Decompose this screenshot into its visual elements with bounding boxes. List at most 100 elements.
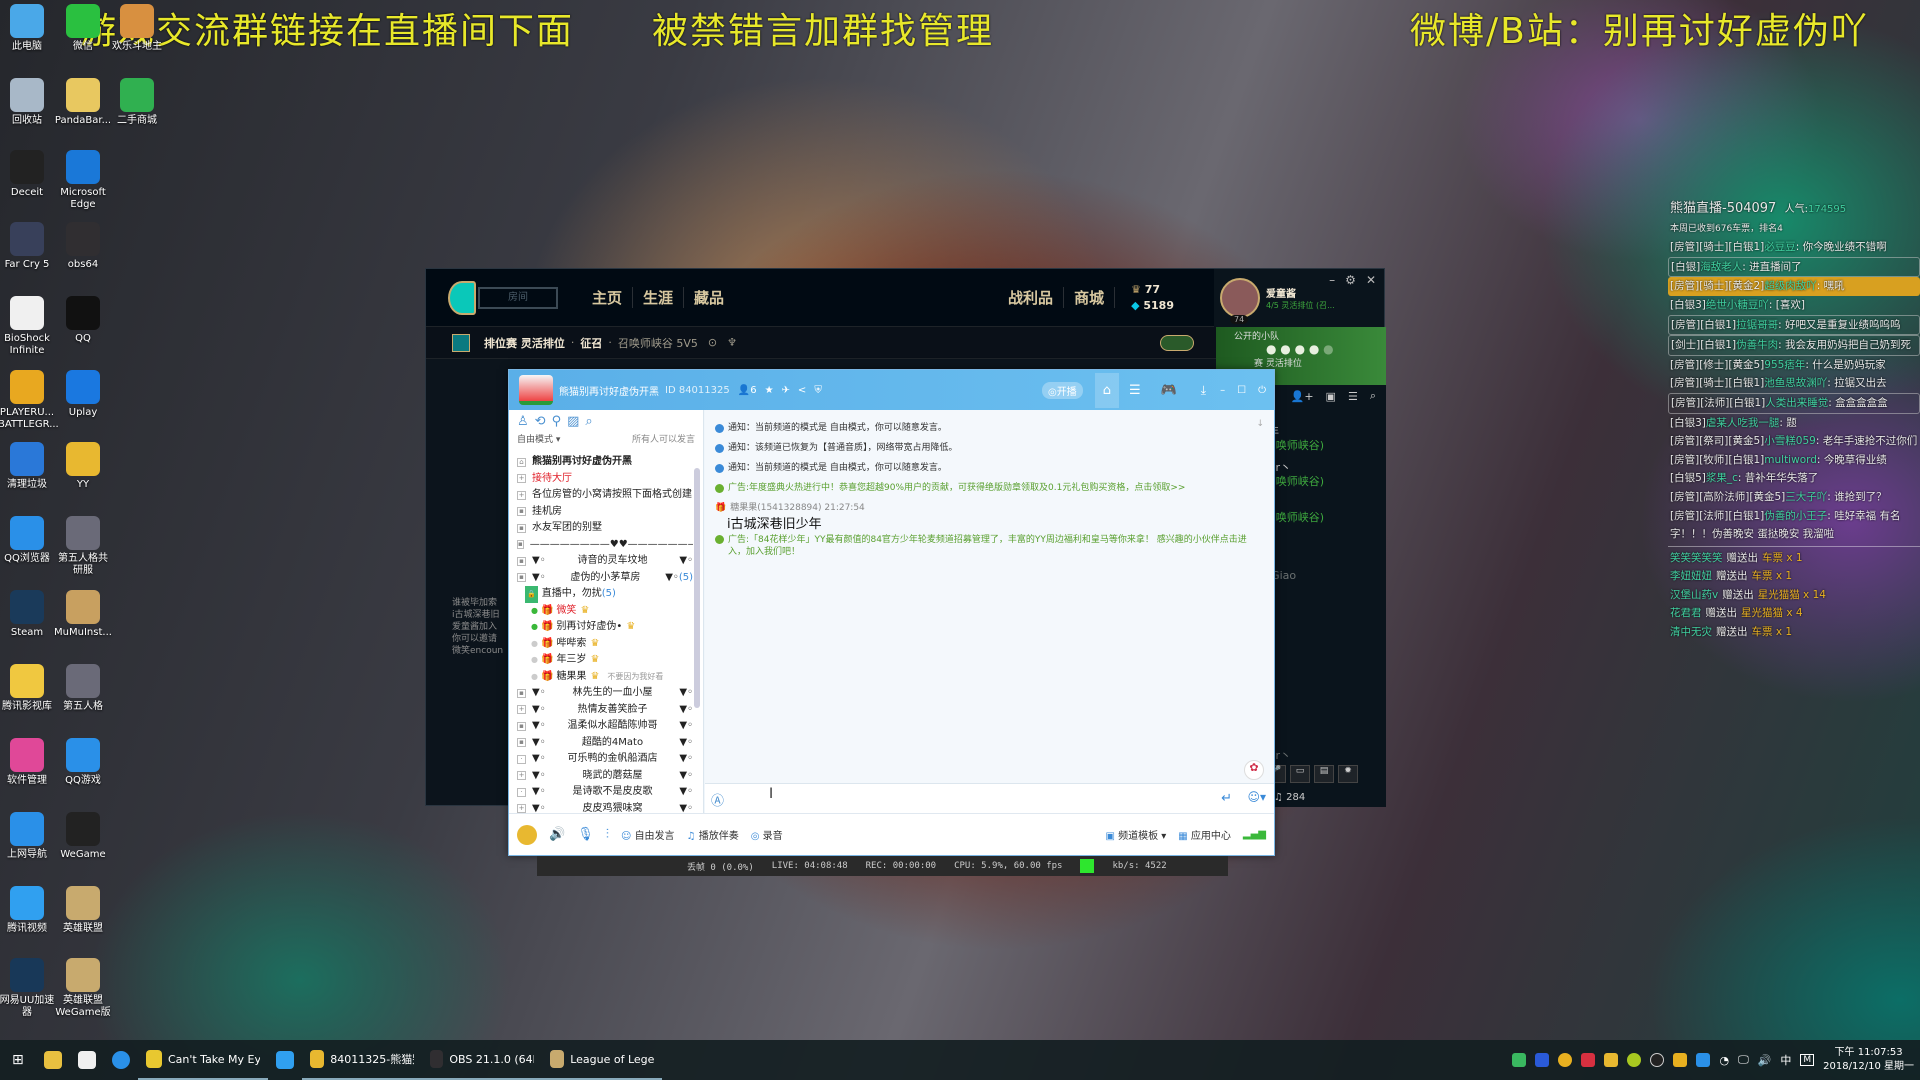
location-icon[interactable]: ⚲ xyxy=(552,414,562,429)
ad-message[interactable]: 广告:「84花样少年」YY最有颜值的84官方少年轮麦频道招募管理了，丰富的YY周… xyxy=(715,534,1264,558)
tray-security-icon[interactable] xyxy=(1696,1053,1711,1067)
desktop-icon[interactable]: Deceit xyxy=(0,150,56,199)
plane-icon[interactable]: ✈ xyxy=(782,385,790,396)
history-icon[interactable]: ⟲ xyxy=(535,414,546,429)
desktop-icon[interactable]: 腾讯影视库 xyxy=(0,664,56,713)
user-icon[interactable]: ♙ xyxy=(517,414,529,429)
expand-toggle-icon[interactable]: · xyxy=(517,787,526,797)
channel-item[interactable]: + 各位房管的小窝请按照下面格式创建 xyxy=(517,487,693,504)
desktop-icon[interactable]: Far Cry 5 xyxy=(0,222,56,271)
yy-power-icon[interactable]: ⏻ xyxy=(1252,385,1274,396)
live-subchannel[interactable]: 🔒 直播中，勿扰 (5) xyxy=(517,586,693,603)
tray-tp-icon[interactable] xyxy=(1535,1053,1550,1067)
channel-item[interactable]: ▪ ▼◦ 林先生的一血小屋 ▼◦ xyxy=(517,685,693,702)
desktop-icon[interactable]: 第五人格 xyxy=(54,664,112,713)
mic-icon[interactable]: 🎙 xyxy=(577,827,594,842)
yy-mascot-icon[interactable] xyxy=(517,824,537,845)
tray-yy-icon[interactable] xyxy=(1604,1053,1619,1067)
mixer-icon[interactable]: ⫶ xyxy=(606,827,609,842)
free-speak-button[interactable]: ☺ 自由发言 xyxy=(621,827,675,842)
ime-mode-icon[interactable]: M xyxy=(1800,1054,1815,1066)
desktop-icon[interactable]: YY xyxy=(54,442,112,491)
desktop-icon[interactable]: Microsoft Edge xyxy=(54,150,112,211)
desktop-icon[interactable]: 此电脑 xyxy=(0,4,56,53)
file-explorer-icon[interactable] xyxy=(36,1040,70,1080)
member-item[interactable]: ● 🎁 糖果果 ♛ 不要因为我好看 xyxy=(517,669,693,686)
list-view-icon[interactable]: ☰ xyxy=(1119,383,1151,398)
member-item[interactable]: ● 🎁 微笑 ♛ xyxy=(517,603,693,620)
desktop-icon[interactable]: 回收站 xyxy=(0,78,56,127)
lol-minimize-icon[interactable]: – xyxy=(1329,273,1335,287)
expand-toggle-icon[interactable]: ▪ xyxy=(517,507,526,517)
shield-icon[interactable]: ⛨ xyxy=(814,385,822,396)
favorite-star-icon[interactable]: ★ xyxy=(765,385,774,396)
channel-item[interactable]: ▪ ▼◦ 温柔似水超酷陈帅哥 ▼◦ xyxy=(517,718,693,735)
lol-play-button[interactable]: 房间 xyxy=(478,286,558,309)
add-folder-icon[interactable]: ▣ xyxy=(1326,390,1336,403)
font-style-icon[interactable]: Ⓐ xyxy=(711,790,724,809)
channel-item[interactable]: ▪ ————————♥♥——————— xyxy=(517,537,693,554)
desktop-icon[interactable]: 微信 xyxy=(54,4,112,53)
clock[interactable]: 下午 11:07:53 2018/12/10 星期一 xyxy=(1823,1046,1914,1074)
lol-nav-profile[interactable]: 生涯 xyxy=(633,287,685,308)
desktop-icon[interactable]: 腾讯视频 xyxy=(0,886,56,935)
desktop-icon[interactable]: PLAYERU... BATTLEGR... xyxy=(0,370,59,431)
board-icon[interactable]: ▨ xyxy=(567,414,579,429)
expand-toggle-icon[interactable]: + xyxy=(517,771,526,781)
bug-report-icon[interactable]: ✹ xyxy=(1338,765,1358,783)
expand-toggle-icon[interactable]: + xyxy=(517,804,526,814)
download-icon[interactable]: ⤓ xyxy=(1187,383,1214,398)
expand-toggle-icon[interactable]: · xyxy=(517,754,526,764)
desktop-icon[interactable]: Uplay xyxy=(54,370,112,419)
channel-item[interactable]: ▪ ▼◦ 诗音的灵车坟地 ▼◦ xyxy=(517,553,693,570)
taskbar-app[interactable]: OBS 21.1.0 (64bit,... xyxy=(421,1040,542,1080)
desktop-icon[interactable]: 上网导航 xyxy=(0,812,56,861)
taskbar-app[interactable]: 84011325-熊猫别... xyxy=(301,1040,422,1080)
channel-item[interactable]: ▪ ▼◦ 超酷的4Mato ▼◦ xyxy=(517,735,693,752)
expand-toggle-icon[interactable]: + xyxy=(517,474,526,484)
expand-toggle-icon[interactable]: ▪ xyxy=(517,556,526,566)
tv-icon[interactable]: ▭ xyxy=(1290,765,1310,783)
channel-item[interactable]: · ▼◦ 是诗歌不是皮皮歌 ▼◦ xyxy=(517,784,693,801)
channel-item[interactable]: ▪ 挂机房 xyxy=(517,504,693,521)
desktop-icon[interactable]: 欢乐斗地主 xyxy=(108,4,166,53)
taskbar-app[interactable] xyxy=(268,1040,302,1080)
tray-shield-icon[interactable] xyxy=(1581,1053,1596,1067)
yy-maximize-icon[interactable]: ☐ xyxy=(1231,385,1252,396)
tray-qq-icon[interactable] xyxy=(1673,1053,1688,1067)
emoji-icon[interactable]: ☺▾ xyxy=(1247,790,1266,804)
record-button[interactable]: ◎ 录音 xyxy=(751,827,783,842)
desktop-icon[interactable]: PandaBar... xyxy=(54,78,112,127)
mode-dropdown[interactable]: 自由模式 ▾ xyxy=(517,432,560,448)
channel-item[interactable]: ▪ 水友军团的别墅 xyxy=(517,520,693,537)
channel-item[interactable]: + ▼◦ 热情友善笑脸子 ▼◦ xyxy=(517,702,693,719)
send-icon[interactable]: ↵ xyxy=(1221,791,1232,806)
lol-nav-store[interactable]: 商城 xyxy=(1064,287,1116,308)
share-icon[interactable]: < xyxy=(798,385,806,396)
lol-nav-collection[interactable]: 藏品 xyxy=(684,287,734,308)
search-icon[interactable]: ⌕ xyxy=(585,414,592,429)
lol-settings-icon[interactable]: ⚙ xyxy=(1345,273,1356,287)
desktop-icon[interactable]: 第五人格共研服 xyxy=(54,516,112,577)
expand-toggle-icon[interactable]: ▪ xyxy=(517,523,526,533)
expand-toggle-icon[interactable]: ▪ xyxy=(517,573,526,583)
channel-item[interactable]: · ▼◦ 可乐鸭的金帆船酒店 ▼◦ xyxy=(517,751,693,768)
tray-wifi-icon[interactable]: ◔ xyxy=(1719,1054,1729,1067)
search-icon[interactable]: ⌕ xyxy=(1370,389,1376,403)
desktop-icon[interactable]: BioShock Infinite xyxy=(0,296,56,357)
desktop-icon[interactable]: 英雄联盟 xyxy=(54,886,112,935)
yy-minimize-icon[interactable]: – xyxy=(1214,385,1231,396)
desktop-icon[interactable]: QQ游戏 xyxy=(54,738,112,787)
chat-sender[interactable]: 🎁 糖果果(1541328894) 21:27:54 xyxy=(715,498,1264,518)
tray-g-icon[interactable] xyxy=(1558,1053,1573,1067)
desktop-icon[interactable]: 二手商城 xyxy=(108,78,166,127)
desktop-icon[interactable]: WeGame xyxy=(54,812,112,861)
desktop-icon[interactable]: QQ浏览器 xyxy=(0,516,56,565)
app-center-button[interactable]: ▦ 应用中心 xyxy=(1178,827,1231,842)
desktop-icon[interactable]: QQ xyxy=(54,296,112,345)
desktop-icon[interactable]: obs64 xyxy=(54,222,112,271)
go-live-button[interactable]: ◎开播 xyxy=(1041,381,1083,399)
play-accompany-button[interactable]: ♫ 播放伴奏 xyxy=(687,827,739,842)
store-icon[interactable] xyxy=(70,1040,104,1080)
expand-toggle-icon[interactable]: + xyxy=(517,490,526,500)
